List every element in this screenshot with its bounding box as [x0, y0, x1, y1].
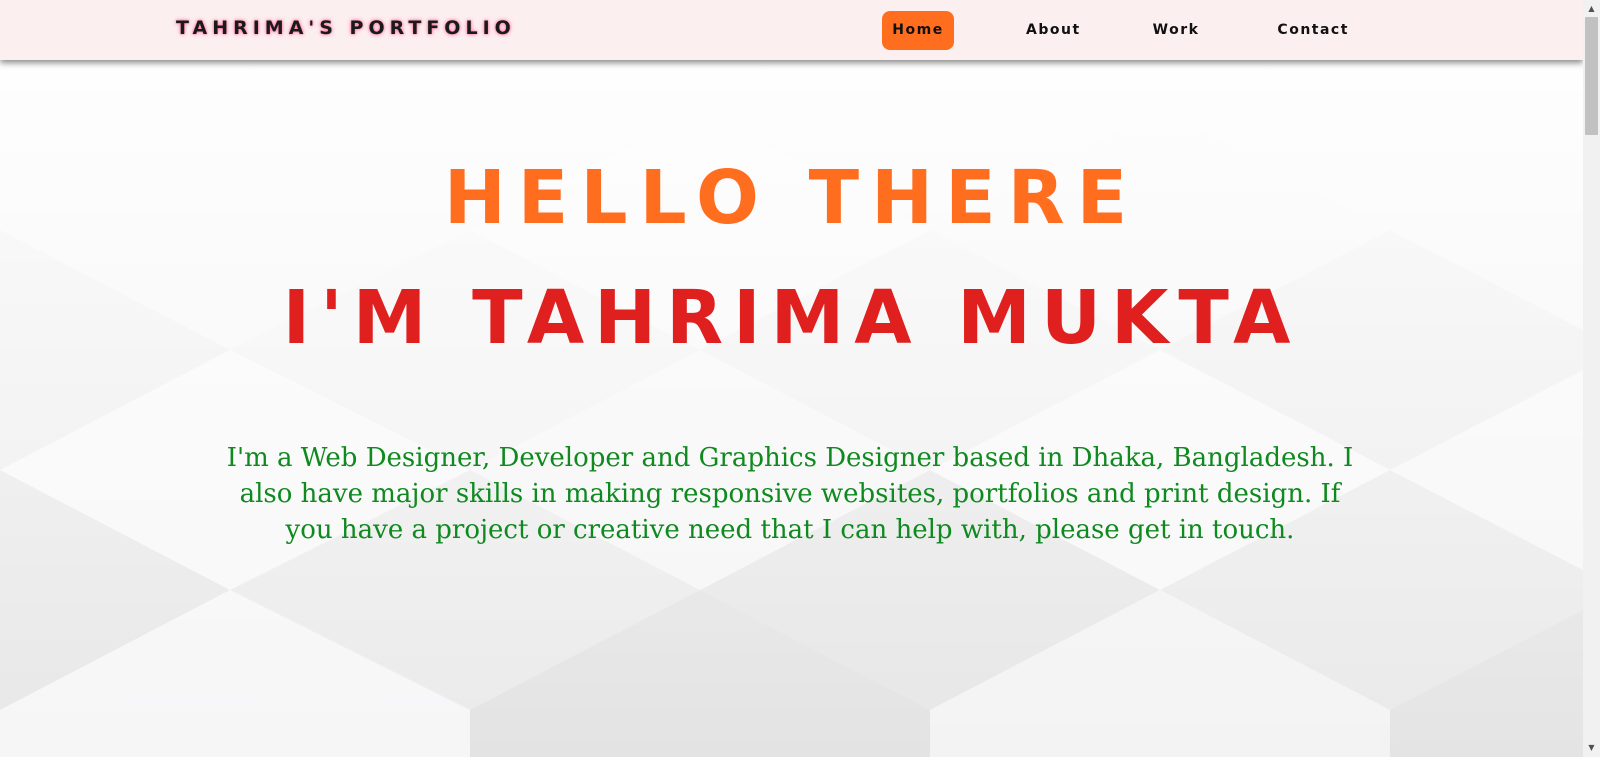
- brand-logo[interactable]: TAHRIMA'S PORTFOLIO: [176, 17, 516, 39]
- background-pattern: [0, 0, 1583, 757]
- nav-home-link[interactable]: Home: [882, 11, 954, 50]
- scroll-down-arrow-icon[interactable]: ▼: [1583, 741, 1600, 755]
- hero-name: I'M TAHRIMA MUKTA: [282, 275, 1301, 361]
- hero-greeting: HELLO THERE: [443, 155, 1140, 241]
- nav-about-link[interactable]: About: [1016, 11, 1091, 50]
- hero-description: I'm a Web Designer, Developer and Graphi…: [226, 443, 1354, 545]
- nav-work-link[interactable]: Work: [1143, 11, 1210, 50]
- vertical-scrollbar[interactable]: ▲ ▼: [1583, 0, 1600, 757]
- nav-contact-link[interactable]: Contact: [1267, 11, 1359, 50]
- scrollbar-thumb[interactable]: [1585, 17, 1598, 135]
- top-navbar: TAHRIMA'S PORTFOLIO Home About Work Cont…: [0, 0, 1583, 60]
- page: HELLO THERE I'M TAHRIMA MUKTA I'm a Web …: [0, 0, 1583, 757]
- nav-links: Home About Work Contact: [882, 11, 1359, 50]
- scroll-up-arrow-icon[interactable]: ▲: [1583, 2, 1600, 16]
